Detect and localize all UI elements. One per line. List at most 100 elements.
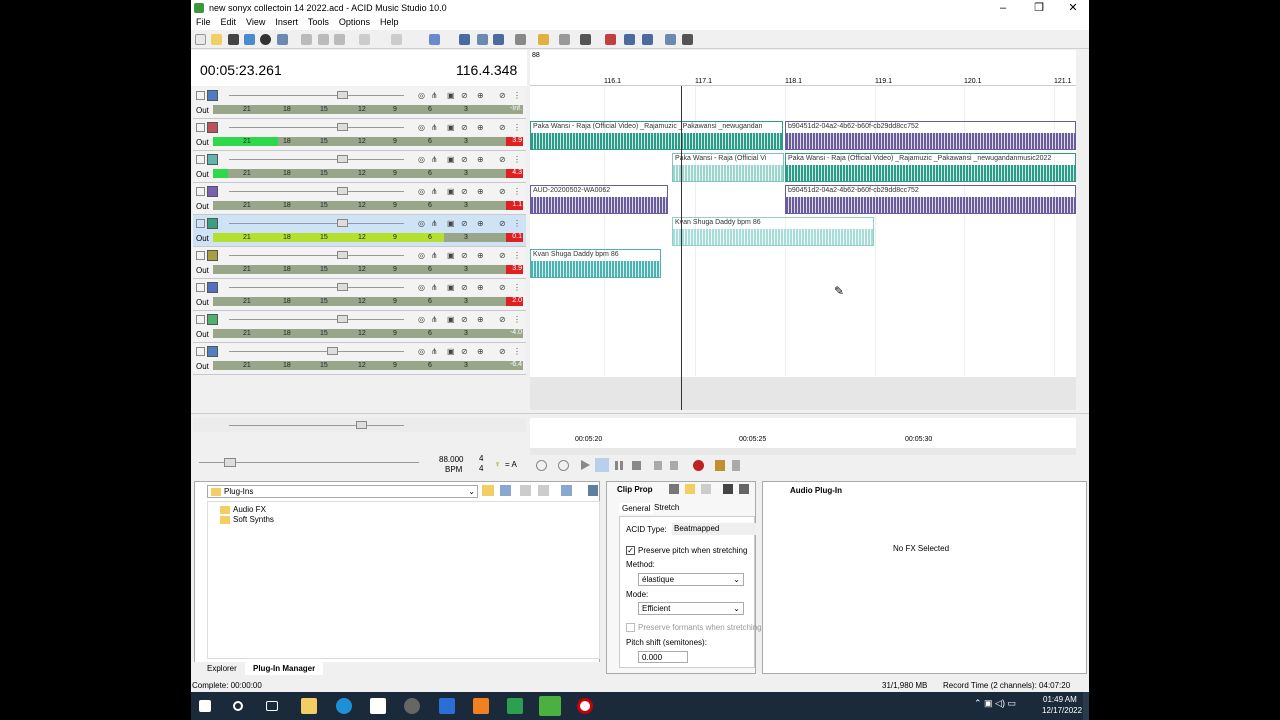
track-handle-icon[interactable] [196,251,205,260]
save-icon[interactable] [228,34,239,45]
recorder-icon[interactable] [577,698,593,714]
app-icon[interactable] [404,698,420,714]
properties-icon[interactable] [260,34,271,45]
pan-icon[interactable]: ⊕ [477,123,484,132]
refresh-icon[interactable] [500,485,511,496]
selection-tool-icon[interactable] [559,34,570,45]
automation-icon[interactable]: ⋔ [431,219,438,228]
track-fx-icon[interactable]: ▣ [447,91,455,100]
go-to-start-icon[interactable] [654,461,662,470]
folder-up-icon[interactable] [482,485,494,496]
tray-icons[interactable]: ⌃ ▣ ◁) ▭ [974,698,1016,709]
restore-icon[interactable]: ❐ [1023,0,1055,16]
show-desktop[interactable] [1083,692,1089,720]
stop-icon[interactable] [520,485,531,496]
minimize-icon[interactable]: – [987,0,1019,16]
pitch-shift-input[interactable]: 0.000 [638,651,688,663]
menu-file[interactable]: File [191,16,216,30]
plugin-folder-soft-synths[interactable]: Soft Synths [208,514,599,524]
track-handle-icon[interactable] [196,187,205,196]
bpm-value[interactable]: 88.000 [439,455,463,464]
fx-icon[interactable]: ◎ [418,187,425,196]
arm-icon[interactable]: ⊘ [461,219,468,228]
track-handle-icon[interactable] [196,155,205,164]
track-icon[interactable] [207,314,218,325]
acid-taskbar-icon[interactable] [539,696,561,716]
method-dropdown[interactable]: élastique ⌄ [638,573,744,586]
erase-tool-icon[interactable] [605,34,616,45]
audio-clip[interactable]: Paka Wansi - Raja (Official Video) _Raja… [530,121,783,150]
more-icon[interactable]: ⋮ [513,251,521,260]
track-handle-icon[interactable] [196,123,205,132]
audio-clip[interactable]: b90451d2-04a2-4b62-b60f-cb29dd8cc752 [785,121,1076,150]
auto-ripple-icon[interactable] [477,34,488,45]
render-icon[interactable] [244,34,255,45]
automation-icon[interactable]: ⋔ [431,251,438,260]
automation-icon[interactable]: ⋔ [431,347,438,356]
track-icon[interactable] [207,282,218,293]
more-icon[interactable]: ⋮ [513,315,521,324]
track-icon[interactable] [207,90,218,101]
more-icon[interactable]: ⋮ [513,91,521,100]
vertical-scrollbar[interactable] [1077,50,1087,410]
track-fx-icon[interactable]: ▣ [447,155,455,164]
audio-clip[interactable]: AUD-20200502-WA0062 [530,185,668,214]
track-icon[interactable] [207,186,218,197]
track-header[interactable]: ◎ ⋔ ▣ ⊘ ⊕ ⋮ ⊘ Out 21 18 15 12 9 6 3 1.1 [193,183,526,215]
notepad-icon[interactable] [439,698,455,714]
more-icon[interactable]: ⋮ [513,123,521,132]
start-icon[interactable] [199,700,211,712]
metronome-toggle-icon[interactable] [715,460,725,471]
key-value[interactable]: = A [505,460,517,469]
vlc-icon[interactable] [473,698,489,714]
audio-clip[interactable]: b90451d2-04a2-4b62-b60f-cb29dd8cc752 [785,185,1076,214]
pan-icon[interactable]: ⊕ [477,251,484,260]
pan-icon[interactable]: ⊕ [477,187,484,196]
close-icon[interactable]: ✕ [1057,0,1089,16]
track-fx-icon[interactable]: ▣ [447,187,455,196]
track-handle-icon[interactable] [196,283,205,292]
more-icon[interactable]: ⋮ [513,283,521,292]
track-fx-icon[interactable]: ▣ [447,123,455,132]
automation-icon[interactable]: ⋔ [431,155,438,164]
timeline[interactable]: 88 116.1 117.1 118.1 119.1 120.1 121.1 P… [530,50,1076,410]
mute-icon[interactable]: ⊘ [499,219,506,228]
play-icon[interactable] [595,458,609,472]
time-sig-top[interactable]: 4 [479,454,483,463]
arm-icon[interactable]: ⊘ [461,347,468,356]
time-sig-bottom[interactable]: 4 [479,464,483,473]
preserve-pitch-checkbox[interactable]: ✓ [626,546,635,555]
plugin-settings-icon[interactable] [588,485,598,496]
audio-clip[interactable]: Kvan Shuga Daddy bpm 86 [672,217,874,246]
record-arm-icon[interactable] [536,460,547,471]
clip-folder-icon[interactable] [685,484,695,494]
track-header[interactable]: ◎ ⋔ ▣ ⊘ ⊕ ⋮ ⊘ Out 21 18 15 12 9 6 3 -6.4 [193,343,526,375]
automation-icon[interactable]: ⋔ [431,123,438,132]
track-handle-icon[interactable] [196,219,205,228]
arm-icon[interactable]: ⊘ [461,283,468,292]
track-handle-icon[interactable] [196,347,205,356]
zoom-tool-icon[interactable] [642,34,653,45]
track-icon[interactable] [207,154,218,165]
volume-slider[interactable] [337,187,348,195]
loop-icon[interactable] [665,34,676,45]
arm-icon[interactable]: ⊘ [461,251,468,260]
playhead[interactable] [681,86,682,410]
mute-icon[interactable]: ⊘ [499,123,506,132]
volume-slider[interactable] [337,283,348,291]
new-icon[interactable] [195,34,206,45]
audio-clip[interactable]: Paka Wansi - Raja (Official Video) _Raja… [785,153,1076,182]
volume-slider[interactable] [337,155,348,163]
tab-general[interactable]: General [619,503,654,514]
app-icon[interactable] [507,698,523,714]
track-fx-icon[interactable]: ▣ [447,315,455,324]
more-icon[interactable]: ⋮ [513,347,521,356]
tab-plug-in-manager[interactable]: Plug-In Manager [245,662,324,675]
pause-icon[interactable] [615,461,623,470]
track-icon[interactable] [207,122,218,133]
tab-stretch[interactable]: Stretch [654,503,679,512]
track-header[interactable]: ◎ ⋔ ▣ ⊘ ⊕ ⋮ ⊘ Out 21 18 15 12 9 6 3 0.1 [193,215,526,247]
automation-icon[interactable]: ⋔ [431,187,438,196]
fx-icon[interactable]: ◎ [418,347,425,356]
draw-tool-icon[interactable] [538,34,549,45]
